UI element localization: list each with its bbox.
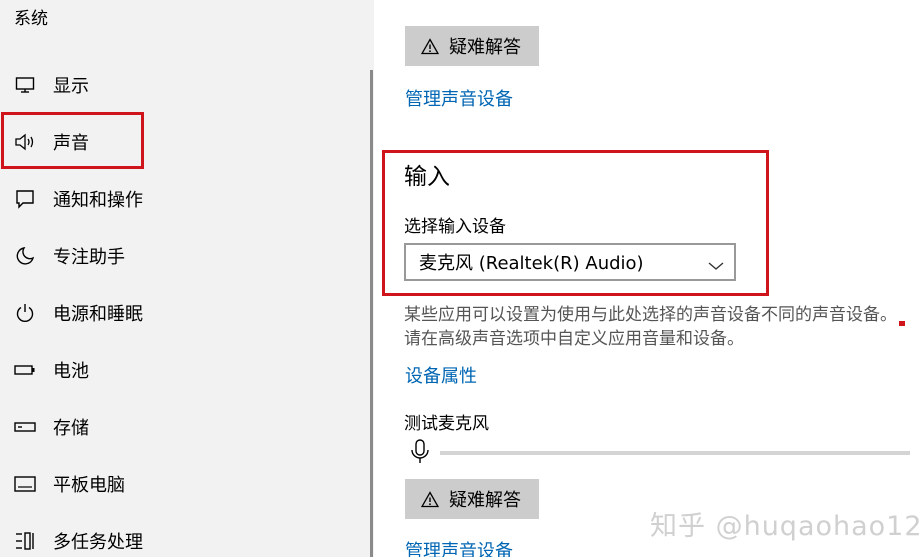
- monitor-icon: [14, 74, 36, 96]
- sidebar-item-power-sleep[interactable]: 电源和睡眠: [0, 285, 374, 341]
- red-marker: [899, 321, 905, 326]
- tablet-icon: [14, 473, 36, 495]
- sidebar-item-multitasking[interactable]: 多任务处理: [0, 513, 374, 557]
- sidebar-item-label: 专注助手: [53, 247, 125, 268]
- chevron-down-icon: [708, 255, 724, 276]
- microphone-row: [410, 439, 430, 469]
- moon-icon: [14, 245, 36, 267]
- sidebar-item-label: 声音: [53, 133, 89, 154]
- microphone-level-meter: [440, 451, 910, 455]
- test-microphone-label: 测试麦克风: [404, 414, 489, 434]
- notification-icon: [14, 188, 36, 210]
- sidebar-item-label: 电源和睡眠: [53, 304, 143, 325]
- manage-sound-devices-link-bottom[interactable]: 管理声音设备: [405, 537, 513, 557]
- manage-sound-devices-link[interactable]: 管理声音设备: [405, 85, 513, 111]
- warning-icon: [421, 37, 439, 55]
- description-line2: 请在高级声音选项中自定义应用音量和设备。: [404, 329, 744, 349]
- sidebar-item-sound[interactable]: 声音: [0, 114, 374, 170]
- multitask-icon: [14, 530, 36, 552]
- troubleshoot-button[interactable]: 疑难解答: [405, 26, 539, 66]
- input-device-value: 麦克风 (Realtek(R) Audio): [419, 253, 644, 274]
- description-line1: 某些应用可以设置为使用与此处选择的声音设备不同的声音设备。: [404, 305, 897, 325]
- sidebar-item-notifications[interactable]: 通知和操作: [0, 171, 374, 227]
- sidebar-item-focus-assist[interactable]: 专注助手: [0, 228, 374, 284]
- sidebar-item-label: 通知和操作: [53, 190, 143, 211]
- troubleshoot-button-bottom[interactable]: 疑难解答: [405, 479, 539, 519]
- select-input-device-label: 选择输入设备: [404, 217, 506, 237]
- input-device-dropdown[interactable]: 麦克风 (Realtek(R) Audio): [404, 243, 736, 281]
- sidebar-header: 系统: [14, 9, 48, 29]
- troubleshoot-label: 疑难解答: [449, 490, 521, 511]
- speaker-icon: [14, 131, 36, 153]
- input-section-title: 输入: [404, 164, 450, 190]
- microphone-icon: [410, 439, 430, 469]
- sidebar-item-storage[interactable]: 存储: [0, 399, 374, 455]
- storage-icon: [14, 416, 36, 438]
- sidebar-item-label: 显示: [53, 76, 89, 97]
- power-icon: [14, 302, 36, 324]
- sidebar: 系统 显示 声音 通知和操作 专注助手 电源和睡眠 电池 存储 平板电脑 多任务…: [0, 0, 374, 557]
- sidebar-item-label: 存储: [53, 418, 89, 439]
- device-properties-link[interactable]: 设备属性: [405, 362, 477, 388]
- troubleshoot-label: 疑难解答: [449, 37, 521, 58]
- sidebar-item-label: 平板电脑: [53, 475, 125, 496]
- battery-icon: [14, 359, 36, 381]
- sidebar-scrollbar[interactable]: [370, 70, 373, 557]
- warning-icon: [421, 490, 439, 508]
- watermark: 知乎 @huqaohao123: [650, 511, 921, 542]
- sidebar-item-tablet[interactable]: 平板电脑: [0, 456, 374, 512]
- sidebar-item-battery[interactable]: 电池: [0, 342, 374, 398]
- sidebar-item-display[interactable]: 显示: [0, 57, 374, 113]
- sidebar-item-label: 电池: [53, 361, 89, 382]
- sidebar-item-label: 多任务处理: [53, 532, 143, 553]
